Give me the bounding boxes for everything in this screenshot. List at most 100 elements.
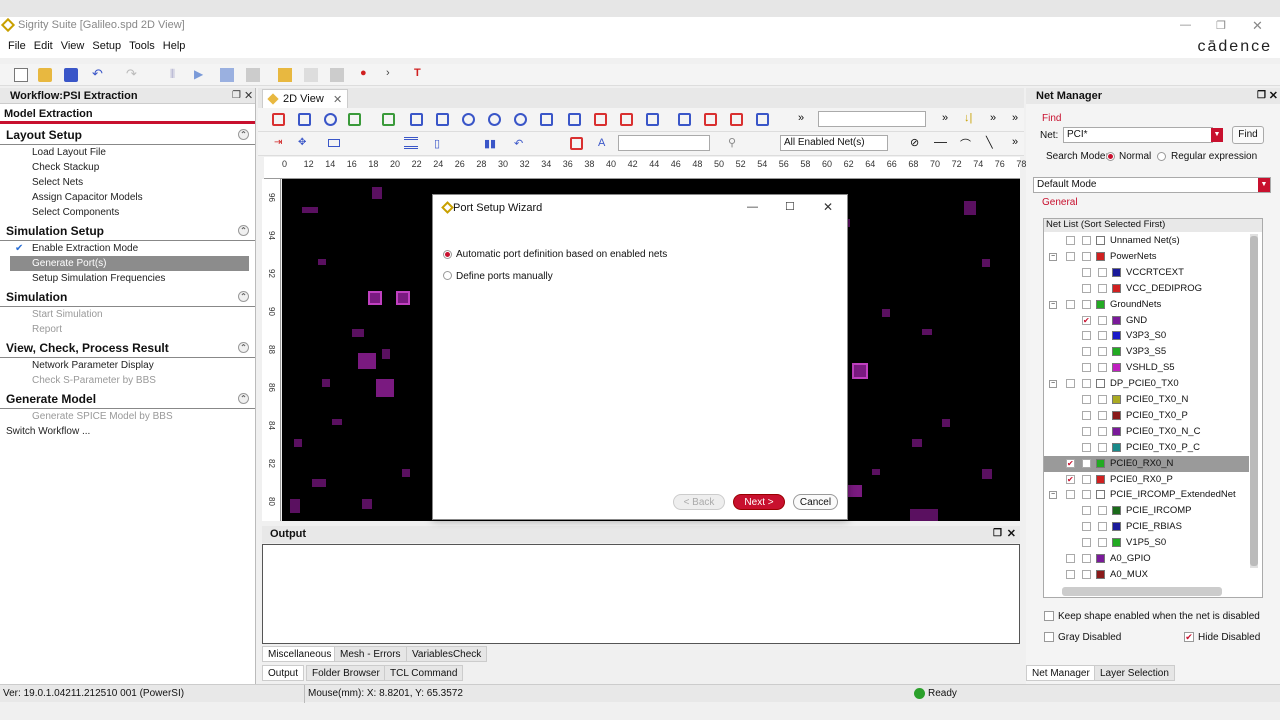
- close-icon[interactable]: ✕: [1252, 18, 1263, 34]
- menu-tools[interactable]: Tools: [125, 36, 159, 56]
- net-row[interactable]: Unnamed Net(s): [1044, 233, 1249, 249]
- menu-setup[interactable]: Setup: [88, 36, 125, 56]
- layer-dropdown[interactable]: [818, 111, 926, 127]
- net-visibility-checkbox[interactable]: [1082, 458, 1091, 468]
- split-icon[interactable]: ▮▮: [484, 137, 496, 150]
- tab-miscellaneous[interactable]: Miscellaneous: [262, 646, 338, 662]
- tab-2d-view[interactable]: 2D View ✕: [262, 89, 348, 108]
- menu-edit[interactable]: Edit: [30, 36, 57, 56]
- more-icon-4[interactable]: »: [1012, 112, 1018, 124]
- play-icon[interactable]: ▶: [194, 67, 208, 81]
- save-icon[interactable]: [64, 68, 78, 82]
- workflow-step[interactable]: Generate SPICE Model by BBS: [0, 409, 255, 424]
- menu-view[interactable]: View: [57, 36, 89, 56]
- net-color-swatch[interactable]: [1096, 251, 1105, 261]
- workflow-step[interactable]: Check S-Parameter by BBS: [0, 373, 255, 388]
- net-icon[interactable]: [646, 113, 659, 126]
- net-visibility-checkbox[interactable]: [1098, 315, 1107, 325]
- net-visibility-checkbox[interactable]: [1098, 522, 1107, 532]
- net-checkbox[interactable]: [1082, 347, 1091, 357]
- rect-icon[interactable]: [328, 139, 340, 147]
- net-checkbox[interactable]: ✔: [1082, 315, 1091, 325]
- net-color-swatch[interactable]: [1112, 522, 1121, 532]
- net-checkbox[interactable]: [1082, 363, 1091, 373]
- collapse-icon[interactable]: ⌃: [238, 393, 249, 404]
- net-checkbox[interactable]: ✔: [1066, 458, 1075, 468]
- net-visibility-checkbox[interactable]: [1082, 299, 1091, 309]
- net-row[interactable]: − PCIE_IRCOMP_ExtendedNet: [1044, 487, 1249, 503]
- net-row[interactable]: V1P5_S0: [1044, 535, 1249, 551]
- net-visibility-checkbox[interactable]: [1098, 267, 1107, 277]
- collapse-icon[interactable]: ⌃: [238, 129, 249, 140]
- section-header[interactable]: Simulation ⌃: [0, 288, 255, 307]
- net-visibility-checkbox[interactable]: [1098, 395, 1107, 404]
- workflow-step[interactable]: Start Simulation: [0, 307, 255, 322]
- output-console[interactable]: [262, 544, 1020, 644]
- output-float-icon[interactable]: ❐: [993, 528, 1002, 539]
- net-color-swatch[interactable]: [1096, 474, 1105, 484]
- next-button[interactable]: Next >: [733, 494, 785, 510]
- tab-output[interactable]: Output: [262, 665, 305, 681]
- net-visibility-checkbox[interactable]: [1098, 426, 1107, 436]
- net-color-swatch[interactable]: [1096, 379, 1105, 389]
- more-icon-3[interactable]: »: [990, 112, 996, 124]
- net-history-chevron-icon[interactable]: ▼: [1211, 128, 1223, 142]
- zoom-out-icon[interactable]: [488, 113, 501, 126]
- net-checkbox[interactable]: [1082, 426, 1091, 436]
- tab-layer-selection[interactable]: Layer Selection: [1094, 665, 1175, 681]
- net-checkbox[interactable]: [1066, 236, 1075, 245]
- zoom-fit-icon[interactable]: [514, 113, 527, 126]
- move-icon[interactable]: ✥: [298, 137, 306, 148]
- net-visibility-checkbox[interactable]: [1082, 569, 1091, 579]
- section-header[interactable]: Simulation Setup ⌃: [0, 222, 255, 241]
- net-visibility-checkbox[interactable]: [1098, 331, 1107, 341]
- collapse-icon[interactable]: ⌃: [238, 342, 249, 353]
- net-checkbox[interactable]: [1082, 283, 1091, 293]
- print-icon[interactable]: [330, 68, 344, 82]
- back-button[interactable]: < Back: [673, 494, 725, 510]
- step-icon[interactable]: ↓|: [964, 112, 972, 124]
- net-row[interactable]: VSHLD_S5: [1044, 360, 1249, 376]
- net-color-swatch[interactable]: [1112, 315, 1121, 325]
- tab-net-manager[interactable]: Net Manager: [1026, 665, 1096, 681]
- trace-icon[interactable]: [756, 113, 769, 126]
- net-row[interactable]: PCIE0_TX0_P: [1044, 408, 1249, 424]
- menu-file[interactable]: File: [4, 36, 30, 56]
- net-checkbox[interactable]: ✔: [1066, 474, 1075, 484]
- net-row[interactable]: A0_GPIO: [1044, 551, 1249, 567]
- link-icon[interactable]: ⊘: [910, 136, 919, 149]
- zoom-out-box-icon[interactable]: [436, 113, 449, 126]
- search-box[interactable]: [618, 135, 710, 151]
- net-row[interactable]: − PowerNets: [1044, 249, 1249, 265]
- text-tool-icon[interactable]: T: [414, 67, 428, 81]
- more-icon-2[interactable]: »: [942, 112, 948, 124]
- polygon-icon[interactable]: [568, 113, 581, 126]
- slope-icon[interactable]: ╲: [986, 136, 993, 149]
- net-filter-select[interactable]: All Enabled Net(s): [780, 135, 888, 151]
- workflow-step[interactable]: Network Parameter Display: [0, 358, 255, 373]
- net-color-swatch[interactable]: [1096, 554, 1105, 563]
- net-color-swatch[interactable]: [1112, 363, 1121, 373]
- net-visibility-checkbox[interactable]: [1098, 347, 1107, 357]
- expand-icon[interactable]: −: [1049, 491, 1057, 500]
- dialog-maximize-icon[interactable]: ☐: [785, 200, 795, 213]
- arrow-tool-icon[interactable]: ⇥: [274, 137, 282, 148]
- net-checkbox[interactable]: [1082, 331, 1091, 341]
- select-icon[interactable]: [272, 113, 285, 126]
- horizontal-scrollbar[interactable]: [1062, 587, 1222, 596]
- more-icon-5[interactable]: »: [1012, 136, 1018, 148]
- more-icon[interactable]: »: [798, 112, 804, 124]
- net-checkbox[interactable]: [1082, 522, 1091, 532]
- net-row[interactable]: PCIE0_TX0_P_C: [1044, 440, 1249, 456]
- net-float-icon[interactable]: ❐: [1257, 90, 1266, 101]
- net-visibility-checkbox[interactable]: [1098, 506, 1107, 516]
- route-icon[interactable]: ⌒: [960, 136, 971, 152]
- zoom-in-icon[interactable]: [462, 113, 475, 126]
- zoom-in-box-icon[interactable]: [410, 113, 423, 126]
- arrow-right-icon[interactable]: ›: [386, 67, 400, 81]
- net-row[interactable]: ✔ GND: [1044, 313, 1249, 329]
- net-visibility-checkbox[interactable]: [1082, 236, 1091, 245]
- net-color-swatch[interactable]: [1096, 458, 1105, 468]
- net-color-swatch[interactable]: [1096, 299, 1105, 309]
- dialog-close-icon[interactable]: ✕: [823, 200, 833, 214]
